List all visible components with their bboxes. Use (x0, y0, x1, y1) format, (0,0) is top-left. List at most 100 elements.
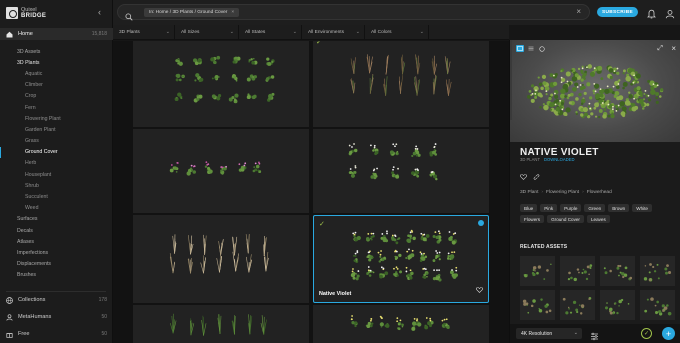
filter-color[interactable]: All Colors ⌄ (365, 25, 429, 40)
preview-grid-tab-icon[interactable] (527, 45, 535, 52)
sidebar-tree-item[interactable]: Fern (0, 102, 113, 113)
sidebar: Quixel BRIDGE ‹ Home 15,818 3D Assets 3D … (0, 0, 113, 343)
sidebar-tree-item[interactable]: Brushes (0, 270, 113, 281)
link-icon[interactable] (533, 167, 540, 185)
sidebar-item-free[interactable]: Free 50 (0, 327, 113, 341)
breadcrumb-item[interactable]: Flowering Plant (546, 190, 579, 195)
download-settings-icon[interactable] (590, 328, 599, 343)
chevron-down-icon: ⌄ (573, 330, 578, 336)
sidebar-tree-item[interactable]: Displacements (0, 259, 113, 270)
sidebar-tree-item[interactable]: Climber (0, 80, 113, 91)
filter-size-label: All Sizes (181, 30, 200, 35)
subscribe-button[interactable]: SUBSCRIBE (597, 7, 638, 17)
category-tree: 3D Assets 3D Plants Aquatic Climber Crop Fern… (0, 46, 113, 281)
sidebar-tree-item[interactable]: Ground Cover (0, 146, 113, 158)
asset-grid: ✓ ✓ Native Violet (113, 41, 509, 343)
asset-breadcrumb: 3D Plant › Flowering Plant › Flowerhead (520, 190, 612, 195)
tag-chip[interactable]: Leaves (586, 215, 610, 223)
asset-thumbnail (350, 315, 450, 331)
breadcrumb-item[interactable]: Flowerhead (587, 190, 612, 195)
downloaded-check-icon: ✓ (319, 221, 325, 228)
asset-tile[interactable] (133, 305, 309, 343)
sidebar-item-free-label: Free (18, 331, 30, 337)
preview-3d-tab-icon[interactable] (538, 45, 546, 52)
sidebar-tree-item[interactable]: Herb (0, 158, 113, 169)
related-asset-thumb[interactable] (640, 290, 675, 320)
sidebar-item-metahumans[interactable]: MetaHumans 50 (0, 310, 113, 324)
sidebar-tree-item[interactable]: Atlases (0, 236, 113, 247)
quixel-logo-icon (6, 7, 18, 19)
sidebar-tree-item[interactable]: Imperfections (0, 247, 113, 258)
sidebar-tree-item[interactable]: Shrub (0, 180, 113, 191)
sidebar-tree-item[interactable]: Succulent (0, 191, 113, 202)
download-bar: 4K Resolution ⌄ ✓ + (510, 324, 680, 343)
chevron-down-icon: ⌄ (355, 29, 360, 35)
asset-tile[interactable] (133, 41, 309, 127)
asset-tile-selected[interactable]: ✓ Native Violet (313, 215, 489, 303)
sidebar-tree-item[interactable]: Decals (0, 225, 113, 236)
sidebar-tree-item[interactable]: Houseplant (0, 169, 113, 180)
tag-chip[interactable]: Flowers (520, 215, 545, 223)
filter-environment[interactable]: All Environments ⌄ (302, 25, 365, 40)
sidebar-item-home-count: 15,818 (91, 31, 107, 37)
tag-chip[interactable]: Brown (608, 204, 630, 212)
filter-bar: 3D Plants ⌄ All Sizes ⌄ All States ⌄ All En… (113, 25, 509, 40)
sidebar-item-collections[interactable]: Collections 178 (0, 293, 113, 307)
downloaded-check-icon[interactable]: ✓ (641, 328, 652, 339)
panel-scrollbar[interactable] (510, 40, 512, 120)
sidebar-tree-item[interactable]: Aquatic (0, 68, 113, 79)
filter-size[interactable]: All Sizes ⌄ (175, 25, 239, 40)
related-asset-thumb[interactable] (520, 290, 555, 320)
expand-icon[interactable]: ⤢ (657, 45, 663, 53)
sidebar-tree-item[interactable]: Weed (0, 203, 113, 214)
filter-category[interactable]: 3D Plants ⌄ (113, 25, 175, 40)
tag-chip[interactable]: Blue (520, 204, 538, 212)
asset-tile[interactable] (313, 129, 489, 213)
asset-detail-panel: ⤢ × NATIVE VIOLET 3D PLANT DOWNLOADED 3D … (509, 40, 680, 343)
sidebar-tree-item[interactable]: Flowering Plant (0, 113, 113, 124)
search-bar[interactable]: In: Home / 3D Plants / Ground Cover × × (117, 4, 590, 21)
related-asset-thumb[interactable] (560, 256, 595, 286)
breadcrumb-item[interactable]: 3D Plant (520, 190, 538, 195)
notifications-bell-icon[interactable] (647, 6, 656, 24)
profile-icon[interactable] (665, 6, 675, 24)
related-asset-thumb[interactable] (560, 290, 595, 320)
sidebar-tree-item[interactable]: 3D Assets (0, 46, 113, 57)
preview-image-tab-icon[interactable] (516, 45, 524, 52)
collapse-sidebar-icon[interactable]: ‹ (98, 7, 101, 17)
preview-render (527, 64, 664, 119)
clear-search-icon[interactable]: × (576, 7, 581, 16)
favorite-heart-icon[interactable] (520, 167, 527, 185)
related-asset-thumb[interactable] (520, 256, 555, 286)
tag-chip[interactable]: Purple (560, 204, 582, 212)
asset-thumbnail (169, 161, 262, 176)
filter-state[interactable]: All States ⌄ (239, 25, 302, 40)
tag-chip[interactable]: White (632, 204, 652, 212)
sidebar-tree-item[interactable]: Grass (0, 136, 113, 147)
related-asset-thumb[interactable] (640, 256, 675, 286)
favorite-heart-icon[interactable] (476, 280, 483, 298)
tag-chip[interactable]: Pink (540, 204, 558, 212)
add-to-project-icon[interactable]: + (662, 327, 675, 340)
related-asset-thumb[interactable] (600, 256, 635, 286)
close-icon[interactable]: × (671, 44, 676, 53)
logo: Quixel BRIDGE (6, 6, 86, 20)
search-scope-chip[interactable]: In: Home / 3D Plants / Ground Cover × (144, 8, 240, 17)
sidebar-tree-item[interactable]: Surfaces (0, 214, 113, 225)
tag-chip[interactable]: Green (584, 204, 606, 212)
sidebar-tree-item[interactable]: Garden Plant (0, 124, 113, 135)
remove-scope-icon[interactable]: × (231, 10, 234, 15)
asset-tile[interactable] (313, 305, 489, 343)
related-asset-thumb[interactable] (600, 290, 635, 320)
sidebar-item-home[interactable]: Home 15,818 (0, 28, 113, 40)
asset-tile[interactable] (133, 215, 309, 303)
asset-tile[interactable] (133, 129, 309, 213)
sidebar-tree-item[interactable]: 3D Plants (0, 57, 113, 68)
resolution-select[interactable]: 4K Resolution ⌄ (516, 328, 582, 339)
bridge-app: Quixel BRIDGE ‹ Home 15,818 3D Assets 3D … (0, 0, 680, 343)
selected-indicator-icon (478, 220, 484, 226)
tag-chip[interactable]: Ground Cover (547, 215, 584, 223)
sidebar-tree-item[interactable]: Crop (0, 91, 113, 102)
asset-preview[interactable]: ⤢ × (510, 40, 680, 142)
asset-tile[interactable]: ✓ (313, 41, 489, 127)
